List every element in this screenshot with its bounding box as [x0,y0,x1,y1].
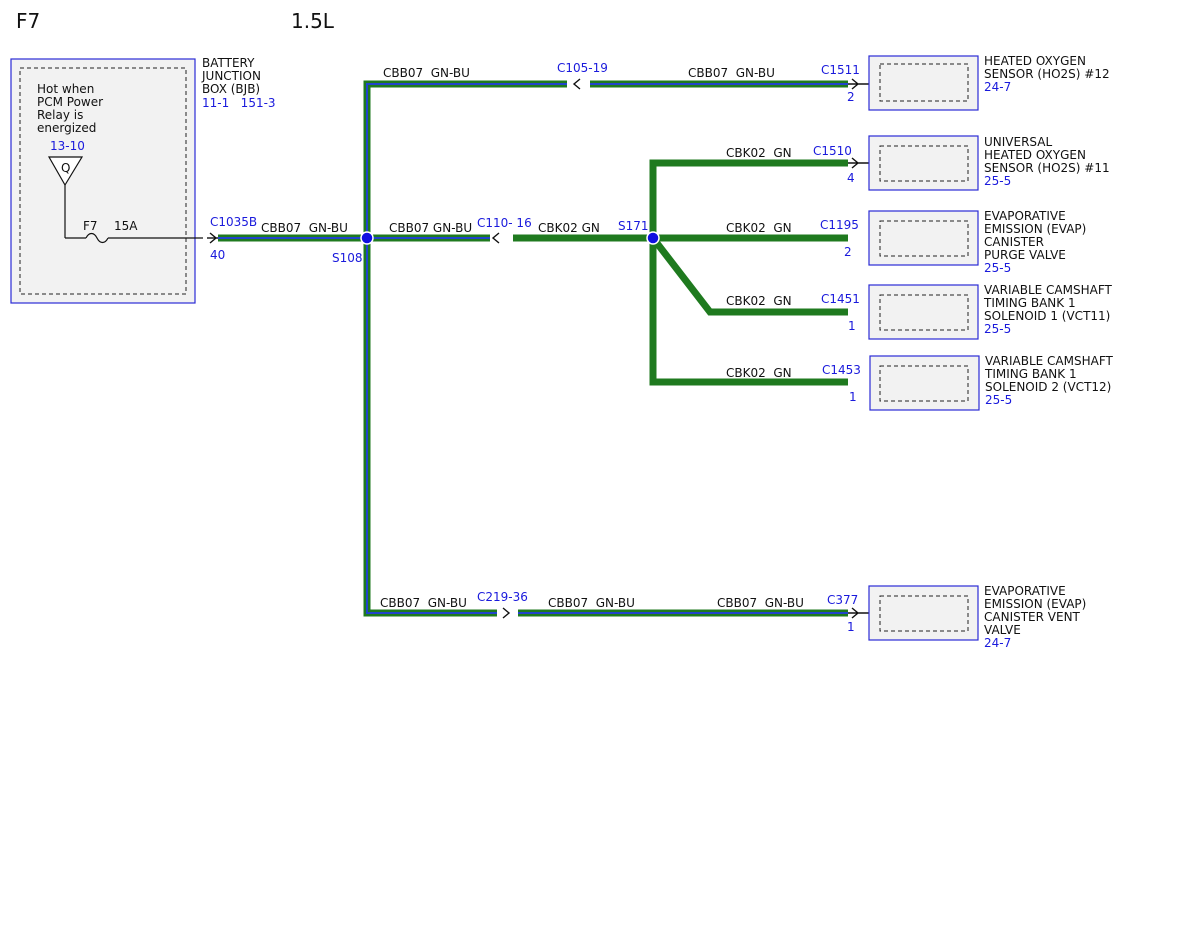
wire-label-lower-right: CBB07 GN-BU [717,596,804,610]
wire-s108-trunk-up-tracer [366,83,567,238]
uho2s11-name-line-3: SENSOR (HO2S) #11 [984,161,1110,175]
vct12-inner-frame [879,365,969,402]
bjb-note-line-1: Hot when [37,82,94,96]
component-vct11: VARIABLE CAMSHAFT TIMING BANK 1 SOLENOID… [868,283,1113,340]
wire-label-c1453: CBK02 GN [726,366,792,380]
component-ho2s12: HEATED OXYGEN SENSOR (HO2S) #12 24-7 [868,54,1110,111]
evap-purge-inner-frame [879,220,969,257]
bjb-name-line-3: BOX (BJB) [202,82,260,96]
bjb-name-line-2: JUNCTION [201,69,261,83]
vct12-name-line-3: SOLENOID 2 (VCT12) [985,380,1111,394]
bjb-note-line-4: energized [37,121,96,135]
wire-label-lower-middle: CBB07 GN-BU [548,596,635,610]
evap-vent-name-line-2: EMISSION (EVAP) [984,597,1086,611]
splice-s108-label: S108 [332,251,363,265]
connector-c1035b-label: C1035B [210,215,257,229]
c110-connector-icon [491,232,500,244]
bjb-note-line-2: PCM Power [37,95,103,109]
fuse-id-heading: F7 [16,9,40,33]
connector-c1195-label: C1195 [820,218,859,232]
wire-s108-trunk-down [363,238,497,617]
connector-c1035b-pin: 40 [210,248,225,262]
connector-c105-label: C105-19 [557,61,608,75]
bjb-name-line-1: BATTERY [202,56,255,70]
evap-vent-ref: 24-7 [984,636,1011,650]
vct11-name-line-1: VARIABLE CAMSHAFT [984,283,1113,297]
bjb-note-line-3: Relay is [37,108,83,122]
ho2s12-inner-frame [879,63,969,102]
vct12-ref: 25-5 [985,393,1012,407]
wire-label-c1035b: CBB07 GN-BU [261,221,348,235]
wire-label-c110-s171: CBK02 GN [538,221,600,235]
connector-c1453-label: C1453 [822,363,861,377]
vct11-ref: 25-5 [984,322,1011,336]
evap-purge-name-line-3: CANISTER [984,235,1044,249]
ho2s12-name-line-2: SENSOR (HO2S) #12 [984,67,1110,81]
connector-c1510-pin: 4 [847,171,855,185]
connector-c1453-pin: 1 [849,390,857,404]
component-evap-purge: EVAPORATIVE EMISSION (EVAP) CANISTER PUR… [868,209,1086,275]
vct12-name-line-2: TIMING BANK 1 [984,367,1077,381]
connector-c219-label: C219-36 [477,590,528,604]
connector-c377-label: C377 [827,593,858,607]
evap-vent-name-line-3: CANISTER VENT [984,610,1081,624]
engine-heading: 1.5L [291,9,335,33]
wire-s108-trunk-down-tracer [366,238,497,614]
wire-label-lower-left: CBB07 GN-BU [380,596,467,610]
fuse-label: F7 [83,219,98,233]
vct11-name-line-2: TIMING BANK 1 [983,296,1076,310]
wire-label-upper-left: CBB07 GN-BU [383,66,470,80]
evap-purge-name-line-2: EMISSION (EVAP) [984,222,1086,236]
ho2s12-name-line-1: HEATED OXYGEN [984,54,1086,68]
uho2s11-ref: 25-5 [984,174,1011,188]
c219-connector-icon [502,607,511,619]
splice-s171-icon [646,231,660,245]
bjb-ref-top: 13-10 [50,139,85,153]
evap-purge-ref: 25-5 [984,261,1011,275]
uho2s11-inner-frame [879,145,969,182]
wire-label-c1510: CBK02 GN [726,146,792,160]
wire-harness [218,80,848,617]
component-vct12: VARIABLE CAMSHAFT TIMING BANK 1 SOLENOID… [869,354,1114,411]
component-evap-vent: EVAPORATIVE EMISSION (EVAP) CANISTER VEN… [868,584,1086,650]
bjb-refs: 11-1 151-3 [202,96,276,110]
wire-label-s108-c110: CBB07 GN-BU [389,221,472,235]
vct11-inner-frame [879,294,969,331]
c105-connector-icon [572,78,581,90]
wire-s108-trunk-up [363,80,567,238]
component-uho2s11: UNIVERSAL HEATED OXYGEN SENSOR (HO2S) #1… [868,135,1110,191]
wire-label-upper-right: CBB07 GN-BU [688,66,775,80]
connector-c1510-label: C1510 [813,144,852,158]
ho2s12-ref: 24-7 [984,80,1011,94]
wire-label-c1195: CBK02 GN [726,221,792,235]
evap-purge-name-line-4: PURGE VALVE [984,248,1066,262]
splice-s108-icon [360,231,374,245]
evap-vent-name-line-1: EVAPORATIVE [984,584,1066,598]
connector-c1511-pin: 2 [847,90,855,104]
splice-s171-label: S171 [618,219,649,233]
battery-junction-box: Hot when PCM Power Relay is energized 13… [10,56,276,304]
vct12-name-line-1: VARIABLE CAMSHAFT [985,354,1114,368]
vct11-name-line-3: SOLENOID 1 (VCT11) [984,309,1110,323]
fuse-rating: 15A [114,219,138,233]
connector-c1195-pin: 2 [844,245,852,259]
connector-c110-label: C110- 16 [477,216,532,230]
uho2s11-name-line-1: UNIVERSAL [984,135,1052,149]
relay-symbol-label: Q [61,161,70,175]
connector-c1511-label: C1511 [821,63,860,77]
connector-c377-pin: 1 [847,620,855,634]
connector-c1451-pin: 1 [848,319,856,333]
wiring-diagram: F7 1.5L Hot when PCM Power Relay is ener… [10,9,1114,650]
wire-label-c1451: CBK02 GN [726,294,792,308]
evap-vent-name-line-4: VALVE [984,623,1021,637]
evap-purge-name-line-1: EVAPORATIVE [984,209,1066,223]
connector-c1451-label: C1451 [821,292,860,306]
uho2s11-name-line-2: HEATED OXYGEN [984,148,1086,162]
evap-vent-inner-frame [879,595,969,632]
